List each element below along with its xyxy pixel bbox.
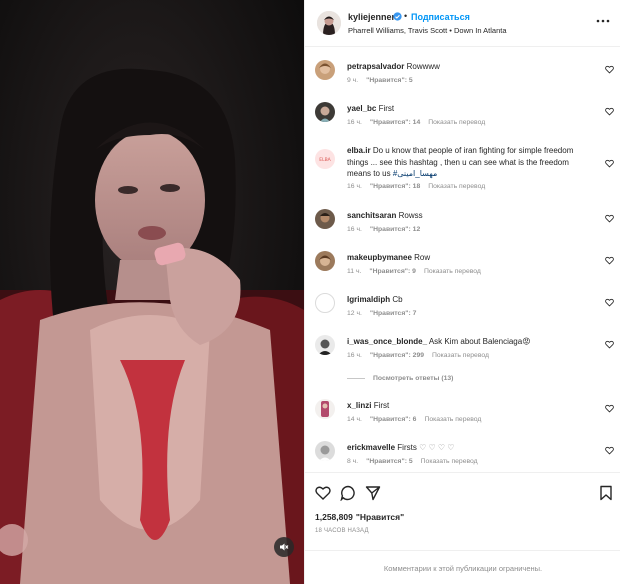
mute-button[interactable] [274, 537, 294, 557]
comment-icon[interactable] [340, 485, 356, 501]
comment-meta: 14 ч. "Нравится": 6 Показать перевод [347, 416, 482, 423]
action-bar [305, 472, 620, 512]
post-timestamp[interactable]: 18 ЧАСОВ НАЗАД [315, 528, 369, 534]
heart-icon[interactable] [605, 214, 614, 223]
angry-emoji: 😡 [522, 337, 531, 346]
comment-text: makeupbymanee Row [347, 253, 431, 262]
comment-text: yael_bc First [347, 104, 395, 113]
heart-icon[interactable] [605, 340, 614, 349]
heart-icon[interactable] [605, 404, 614, 413]
comment-meta: 12 ч. "Нравится": 7 [347, 310, 417, 317]
heart-icon[interactable] [605, 65, 614, 74]
commenter-avatar[interactable] [315, 102, 335, 122]
hashtag-link[interactable]: #مهسا_امینی [393, 169, 437, 178]
author-avatar[interactable] [317, 11, 341, 35]
comment-text: sanchitsaran Rowss [347, 211, 423, 220]
comment-meta: 16 ч. "Нравится": 14 Показать перевод [347, 119, 486, 126]
share-icon[interactable] [365, 485, 381, 501]
comments-restricted-text: Комментарии к этой публикации ограничены… [383, 564, 543, 573]
video-frame [0, 0, 304, 584]
comment-username[interactable]: sanchitsaran [347, 211, 396, 220]
comment-meta: 16 ч. "Нравится": 12 [347, 226, 421, 233]
comment-meta: 11 ч. "Нравится": 9 Показать перевод [347, 268, 481, 275]
comments-restricted-footer: Комментарии к этой публикации ограничены… [305, 550, 620, 584]
post-media[interactable] [0, 0, 304, 584]
audio-attribution[interactable]: Pharrell Williams, Travis Scott • Down I… [348, 26, 507, 35]
header-separator: • [404, 11, 408, 21]
comments-list[interactable]: petrapsalvador Rowwww 9 ч. "Нравится": 5 … [305, 48, 620, 470]
heart-icon[interactable] [605, 256, 614, 265]
heart-icon[interactable] [605, 159, 614, 168]
comment-username[interactable]: makeupbymanee [347, 253, 412, 262]
commenter-avatar[interactable] [315, 60, 335, 80]
comment-username[interactable]: lgrimaldiph [347, 295, 390, 304]
post-dialog: kyliejenner • Подписаться Pharrell Willi… [0, 0, 620, 584]
post-header: kyliejenner • Подписаться Pharrell Willi… [305, 0, 620, 47]
avatar-text: ELBA [319, 157, 331, 163]
comment-meta: 16 ч. "Нравится": 18 Показать перевод [347, 183, 486, 190]
heart-icon[interactable] [605, 446, 614, 455]
comment-username[interactable]: elba.ir [347, 146, 371, 155]
commenter-avatar[interactable] [315, 335, 335, 355]
post-side-panel: kyliejenner • Подписаться Pharrell Willi… [304, 0, 620, 584]
mute-icon [280, 543, 289, 551]
comment-username[interactable]: i_was_once_blonde_ [347, 337, 427, 346]
commenter-avatar[interactable] [315, 399, 335, 419]
replies-divider [347, 378, 365, 379]
comment-username[interactable]: petrapsalvador [347, 62, 404, 71]
commenter-avatar[interactable] [315, 251, 335, 271]
commenter-avatar[interactable] [315, 441, 335, 461]
verified-icon [393, 12, 402, 21]
show-translation-link[interactable]: Показать перевод [421, 458, 478, 465]
hearts-emoji: ♡ ♡ ♡ ♡ [419, 443, 455, 452]
comment-text: erickmavelle Firsts ♡ ♡ ♡ ♡ [347, 443, 455, 452]
comment-username[interactable]: erickmavelle [347, 443, 395, 452]
show-translation-link[interactable]: Показать перевод [424, 268, 481, 275]
commenter-avatar[interactable]: ELBA [315, 149, 335, 169]
view-replies-label: Посмотреть ответы (13) [373, 375, 454, 382]
show-translation-link[interactable]: Показать перевод [428, 183, 485, 190]
comment-username[interactable]: x_linzi [347, 401, 371, 410]
comment-meta: 9 ч. "Нравится": 5 [347, 77, 413, 84]
author-username[interactable]: kyliejenner [348, 12, 395, 22]
comment-text: petrapsalvador Rowwww [347, 62, 440, 71]
comment-meta: 16 ч. "Нравится": 299 Показать перевод [347, 352, 489, 359]
show-translation-link[interactable]: Показать перевод [432, 352, 489, 359]
commenter-avatar[interactable] [315, 209, 335, 229]
comment-username[interactable]: yael_bc [347, 104, 376, 113]
comment-text: elba.ir Do u know that people of iran fi… [347, 146, 574, 178]
heart-icon[interactable] [605, 107, 614, 116]
more-options-icon[interactable] [595, 14, 611, 28]
bookmark-icon[interactable] [598, 485, 614, 501]
follow-button[interactable]: Подписаться [411, 12, 470, 22]
like-heart-icon[interactable] [315, 485, 331, 501]
comment-text: x_linzi First [347, 401, 390, 410]
show-translation-link[interactable]: Показать перевод [428, 119, 485, 126]
avatar-image [317, 11, 341, 35]
comment-meta: 8 ч. "Нравится": 5 Показать перевод [347, 458, 478, 465]
comment-text: i_was_once_blonde_ Ask Kim about Balenci… [347, 337, 531, 346]
view-replies-button[interactable]: Посмотреть ответы (13) [347, 375, 453, 382]
show-translation-link[interactable]: Показать перевод [424, 416, 481, 423]
likes-count[interactable]: 1,258,809 "Нравится" [315, 512, 407, 522]
comment-text: lgrimaldiph Cb [347, 295, 403, 304]
commenter-avatar[interactable] [315, 293, 335, 313]
heart-icon[interactable] [605, 298, 614, 307]
